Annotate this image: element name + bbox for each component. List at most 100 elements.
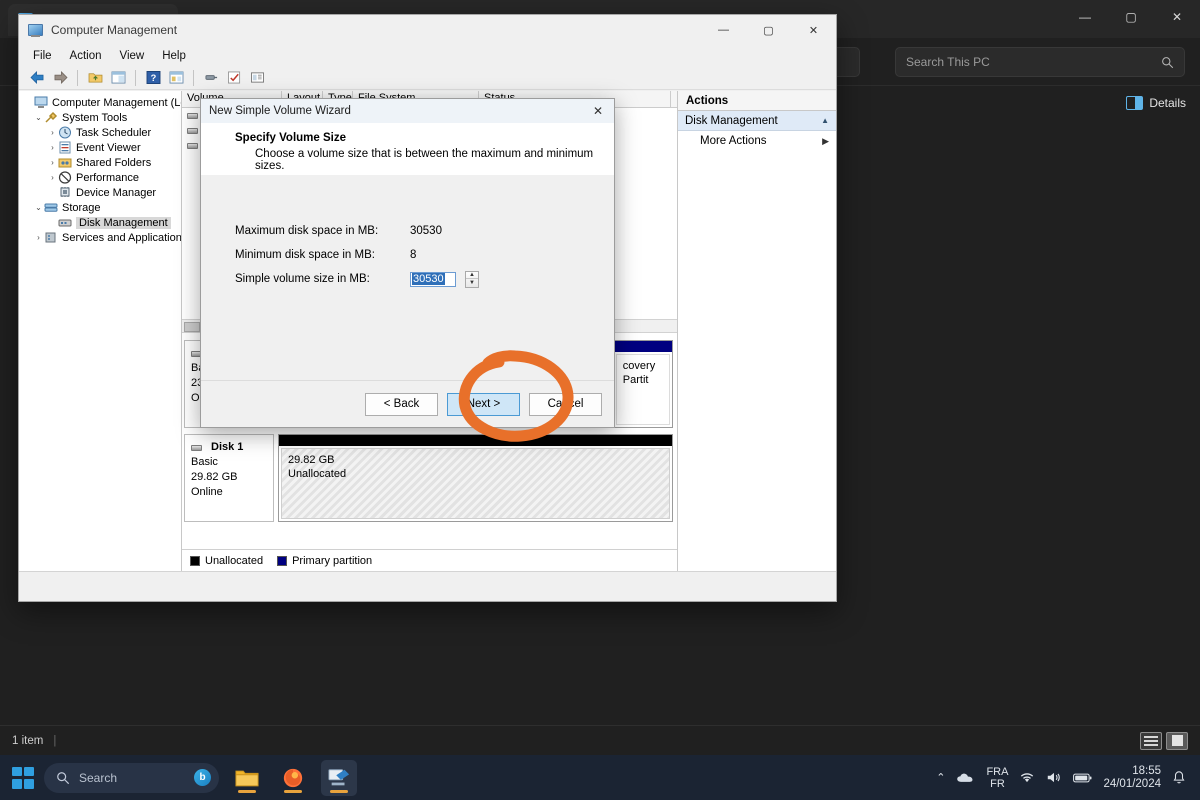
taskbar-app-computer-management[interactable] bbox=[321, 759, 357, 796]
start-button[interactable] bbox=[12, 766, 34, 789]
field-label: Minimum disk space in MB: bbox=[235, 249, 375, 261]
partition-status-label: Unallocated bbox=[288, 468, 347, 480]
speaker-icon bbox=[1048, 772, 1061, 783]
menu-help[interactable]: Help bbox=[154, 48, 194, 64]
details-view-button[interactable]: Details bbox=[1126, 96, 1186, 110]
tree-item-services-and-applications[interactable]: › Services and Applications bbox=[19, 230, 181, 245]
disk-size-1: 29.82 GB bbox=[191, 471, 238, 483]
cm-close-button[interactable]: ✕ bbox=[791, 15, 836, 45]
search-icon bbox=[1162, 56, 1174, 68]
explorer-search-input[interactable]: Search This PC bbox=[895, 47, 1185, 77]
forward-arrow-icon[interactable] bbox=[50, 68, 70, 87]
taskbar-search-box[interactable]: Search b bbox=[44, 762, 219, 793]
search-placeholder: Search This PC bbox=[906, 55, 990, 69]
export-list-icon[interactable] bbox=[224, 68, 244, 87]
clock[interactable]: 18:55 24/01/2024 bbox=[1103, 765, 1161, 791]
volume-size-spinner[interactable]: 30530 ▲ ▼ bbox=[410, 270, 479, 288]
language-indicator[interactable]: FRA FR bbox=[986, 766, 1008, 790]
tree-item-performance[interactable]: › Performance bbox=[19, 170, 181, 185]
up-folder-icon[interactable] bbox=[85, 68, 105, 87]
legend-label-primary: Primary partition bbox=[292, 554, 373, 567]
spinner-buttons[interactable]: ▲ ▼ bbox=[465, 270, 479, 288]
partition-recovery[interactable]: covery Partit bbox=[612, 340, 673, 428]
tiles-view-toggle[interactable] bbox=[1166, 731, 1188, 750]
scrollbar-thumb[interactable] bbox=[184, 322, 200, 332]
language-primary: FRA bbox=[986, 765, 1009, 778]
volume-icon bbox=[187, 112, 198, 119]
actions-pane: Actions Disk Management ▲ More Actions ▶ bbox=[678, 91, 836, 571]
partition-color-bar bbox=[613, 341, 672, 352]
cancel-button[interactable]: Cancel bbox=[529, 392, 602, 416]
actions-group-disk-management[interactable]: Disk Management ▲ bbox=[678, 111, 836, 131]
wizard-close-button[interactable]: ✕ bbox=[588, 102, 608, 120]
console-tree-pane: Computer Management (Local) ⌄ System Too… bbox=[19, 91, 182, 571]
volume-icon bbox=[187, 127, 198, 134]
disk-block-1[interactable]: Disk 1 Basic 29.82 GB Online 29.82 GB Un… bbox=[184, 434, 673, 522]
field-value: 30530 bbox=[410, 225, 442, 237]
tree-item-computer-management-local[interactable]: Computer Management (Local) bbox=[19, 95, 181, 110]
tree-item-task-scheduler[interactable]: › Task Scheduler bbox=[19, 125, 181, 140]
properties-icon[interactable] bbox=[166, 68, 186, 87]
tree-item-disk-management[interactable]: Disk Management bbox=[19, 215, 181, 230]
back-arrow-icon[interactable] bbox=[27, 68, 47, 87]
cm-minimize-button[interactable]: — bbox=[701, 15, 746, 45]
twisty-icon[interactable]: › bbox=[47, 143, 58, 152]
spinner-down-icon[interactable]: ▼ bbox=[466, 279, 478, 287]
battery-icon bbox=[1073, 773, 1092, 782]
tree-item-shared-folders[interactable]: › Shared Folders bbox=[19, 155, 181, 170]
taskbar-running-indicator bbox=[238, 789, 256, 793]
volume-size-value: 30530 bbox=[412, 272, 445, 285]
tree-item-device-manager[interactable]: Device Manager bbox=[19, 185, 181, 200]
chevron-up-icon[interactable]: ▲ bbox=[821, 116, 829, 125]
tree-item-event-viewer[interactable]: › Event Viewer bbox=[19, 140, 181, 155]
twisty-icon[interactable]: › bbox=[33, 233, 44, 242]
bing-chat-icon[interactable]: b bbox=[194, 769, 211, 786]
tray-overflow-icon[interactable]: ⌃ bbox=[936, 771, 945, 784]
menu-action[interactable]: Action bbox=[62, 48, 110, 64]
tree-label: Storage bbox=[62, 201, 101, 214]
menu-view[interactable]: View bbox=[112, 48, 153, 64]
volume-size-input[interactable]: 30530 bbox=[410, 271, 456, 287]
wifi-icon bbox=[1021, 773, 1034, 783]
back-button[interactable]: < Back bbox=[365, 392, 438, 416]
twisty-icon[interactable]: › bbox=[47, 158, 58, 167]
partition-body: covery Partit bbox=[615, 354, 670, 425]
taskbar-app-firefox[interactable] bbox=[275, 760, 311, 796]
cm-maximize-button[interactable]: ▢ bbox=[746, 15, 791, 45]
twisty-icon[interactable]: ⌄ bbox=[33, 113, 44, 122]
view-toggle-group bbox=[1140, 731, 1188, 750]
disk-state-1: Online bbox=[191, 486, 223, 498]
twisty-icon[interactable]: ⌄ bbox=[33, 203, 44, 212]
list-view-toggle[interactable] bbox=[1140, 731, 1162, 750]
tree-label: Shared Folders bbox=[76, 156, 152, 169]
menu-file[interactable]: File bbox=[25, 48, 60, 64]
show-hide-console-tree-icon[interactable] bbox=[108, 68, 128, 87]
clock-icon bbox=[58, 126, 72, 139]
refresh-icon[interactable] bbox=[201, 68, 221, 87]
cm-status-bar bbox=[19, 571, 836, 601]
taskbar-search-placeholder: Search bbox=[79, 770, 118, 785]
firefox-icon bbox=[283, 768, 303, 787]
wizard-body: Maximum disk space in MB: 30530 Minimum … bbox=[201, 175, 614, 380]
spinner-up-icon[interactable]: ▲ bbox=[466, 272, 478, 279]
close-button[interactable]: ✕ bbox=[1154, 0, 1200, 34]
tree-item-system-tools[interactable]: ⌄ System Tools bbox=[19, 110, 181, 125]
help-icon[interactable]: ? bbox=[143, 68, 163, 87]
taskbar-running-indicator bbox=[330, 789, 348, 793]
explorer-window-controls: — ▢ ✕ bbox=[1062, 0, 1200, 34]
legend-swatch-unallocated bbox=[190, 555, 200, 566]
twisty-icon[interactable]: › bbox=[47, 173, 58, 182]
tree-label: System Tools bbox=[62, 111, 128, 124]
taskbar-app-file-explorer[interactable] bbox=[229, 760, 265, 796]
maximize-button[interactable]: ▢ bbox=[1108, 0, 1154, 34]
partition-unallocated[interactable]: 29.82 GB Unallocated bbox=[278, 434, 673, 522]
disk-info-1: Disk 1 Basic 29.82 GB Online bbox=[184, 434, 274, 522]
twisty-icon[interactable]: › bbox=[47, 128, 58, 137]
tree-item-storage[interactable]: ⌄ Storage bbox=[19, 200, 181, 215]
disk-name-1: Disk 1 bbox=[191, 440, 267, 455]
minimize-button[interactable]: — bbox=[1062, 0, 1108, 34]
next-button[interactable]: Next > bbox=[447, 392, 520, 416]
action-more-actions[interactable]: More Actions ▶ bbox=[678, 131, 836, 151]
view-icon[interactable] bbox=[247, 68, 267, 87]
chevron-right-icon[interactable]: ▶ bbox=[822, 136, 829, 147]
